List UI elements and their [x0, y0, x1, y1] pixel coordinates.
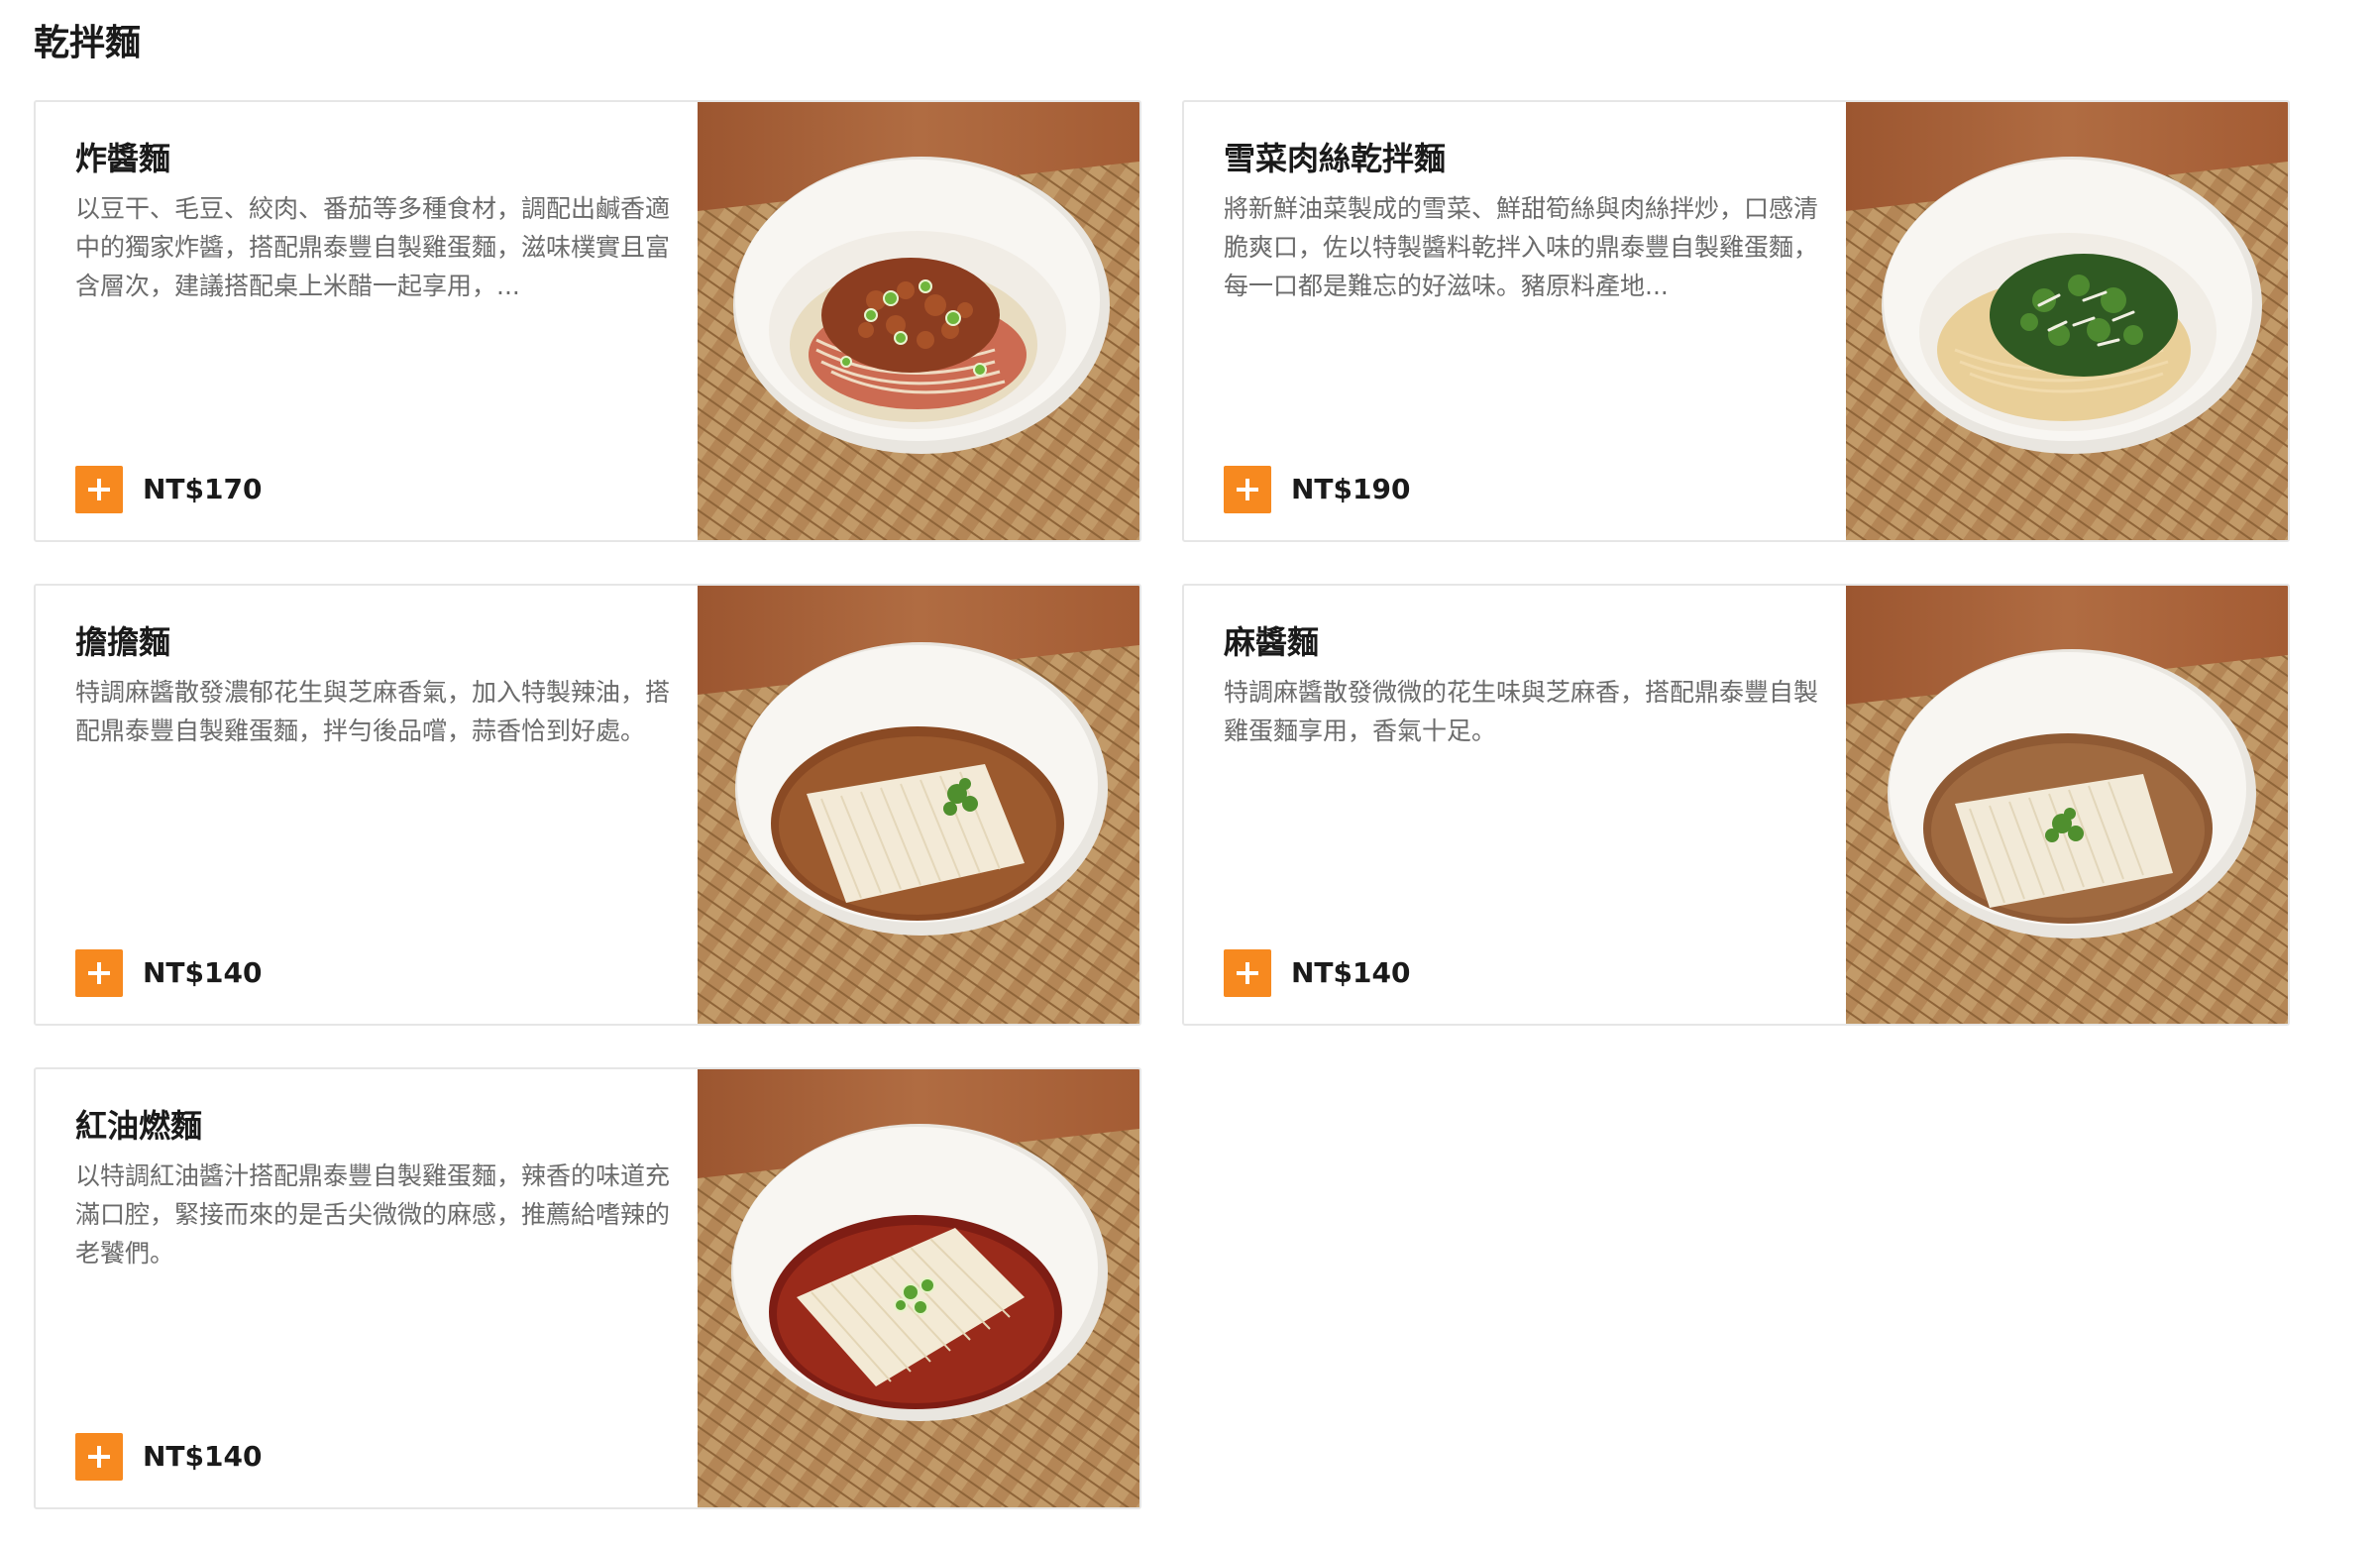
add-to-cart-button[interactable]	[1224, 466, 1271, 513]
section-title: 乾拌麵	[34, 23, 142, 63]
plus-icon	[88, 962, 110, 984]
dish-price: NT$190	[1291, 473, 1411, 505]
menu-item-info: 雪菜肉絲乾拌麵 將新鮮油菜製成的雪菜、鮮甜筍絲與肉絲拌炒，口感清脆爽口，佐以特製…	[1224, 102, 1838, 540]
menu-item-info: 擔擔麵 特調麻醬散發濃郁花生與芝麻香氣，加入特製辣油，搭配鼎泰豐自製雞蛋麵，拌勻…	[75, 586, 690, 1024]
dish-description: 以豆干、毛豆、絞肉、番茄等多種食材，調配出鹹香適中的獨家炸醬，搭配鼎泰豐自製雞蛋…	[75, 194, 671, 300]
dish-photo[interactable]	[698, 1069, 1139, 1507]
menu-item-info: 紅油燃麵 以特調紅油醬汁搭配鼎泰豐自製雞蛋麵，辣香的味道充滿口腔，緊接而來的是舌…	[75, 1069, 690, 1507]
menu-item-info: 炸醬麵 以豆干、毛豆、絞肉、番茄等多種食材，調配出鹹香適中的獨家炸醬，搭配鼎泰豐…	[75, 102, 690, 540]
plus-icon	[1237, 962, 1258, 984]
add-to-cart-button[interactable]	[75, 949, 123, 997]
plus-icon	[88, 1446, 110, 1468]
dish-price: NT$170	[143, 473, 263, 505]
plus-icon	[88, 479, 110, 500]
noodle-bowl-image	[698, 586, 1139, 1024]
dish-name: 雪菜肉絲乾拌麵	[1224, 140, 1447, 177]
noodle-bowl-image	[698, 1069, 1139, 1507]
menu-item-card[interactable]: 雪菜肉絲乾拌麵 將新鮮油菜製成的雪菜、鮮甜筍絲與肉絲拌炒，口感清脆爽口，佐以特製…	[1182, 100, 2290, 542]
menu-item-card[interactable]: 炸醬麵 以豆干、毛豆、絞肉、番茄等多種食材，調配出鹹香適中的獨家炸醬，搭配鼎泰豐…	[34, 100, 1141, 542]
dish-name: 擔擔麵	[75, 623, 171, 661]
plus-icon	[1237, 479, 1258, 500]
menu-item-info: 麻醬麵 特調麻醬散發微微的花生味與芝麻香，搭配鼎泰豐自製雞蛋麵享用，香氣十足。 …	[1224, 586, 1838, 1024]
dish-name: 紅油燃麵	[75, 1107, 203, 1145]
dish-photo[interactable]	[698, 586, 1139, 1024]
noodle-bowl-image	[698, 102, 1139, 540]
noodle-bowl-image	[1846, 586, 2288, 1024]
add-to-cart-button[interactable]	[75, 466, 123, 513]
menu-item-card[interactable]: 麻醬麵 特調麻醬散發微微的花生味與芝麻香，搭配鼎泰豐自製雞蛋麵享用，香氣十足。 …	[1182, 584, 2290, 1026]
dish-name: 炸醬麵	[75, 140, 171, 177]
noodle-bowl-image	[1846, 102, 2288, 540]
dish-price: NT$140	[143, 1440, 263, 1473]
dish-description: 將新鮮油菜製成的雪菜、鮮甜筍絲與肉絲拌炒，口感清脆爽口，佐以特製醬料乾拌入味的鼎…	[1224, 194, 1819, 300]
dish-price: NT$140	[1291, 956, 1411, 989]
dish-price: NT$140	[143, 956, 263, 989]
dish-description: 特調麻醬散發濃郁花生與芝麻香氣，加入特製辣油，搭配鼎泰豐自製雞蛋麵，拌勻後品嚐，…	[75, 678, 671, 745]
menu-item-card[interactable]: 紅油燃麵 以特調紅油醬汁搭配鼎泰豐自製雞蛋麵，辣香的味道充滿口腔，緊接而來的是舌…	[34, 1067, 1141, 1509]
dish-photo[interactable]	[1846, 102, 2288, 540]
menu-item-card[interactable]: 擔擔麵 特調麻醬散發濃郁花生與芝麻香氣，加入特製辣油，搭配鼎泰豐自製雞蛋麵，拌勻…	[34, 584, 1141, 1026]
dish-photo[interactable]	[1846, 586, 2288, 1024]
add-to-cart-button[interactable]	[75, 1433, 123, 1481]
dish-description: 以特調紅油醬汁搭配鼎泰豐自製雞蛋麵，辣香的味道充滿口腔，緊接而來的是舌尖微微的麻…	[75, 1161, 671, 1268]
dish-description: 特調麻醬散發微微的花生味與芝麻香，搭配鼎泰豐自製雞蛋麵享用，香氣十足。	[1224, 678, 1819, 745]
add-to-cart-button[interactable]	[1224, 949, 1271, 997]
dish-photo[interactable]	[698, 102, 1139, 540]
dish-name: 麻醬麵	[1224, 623, 1320, 661]
